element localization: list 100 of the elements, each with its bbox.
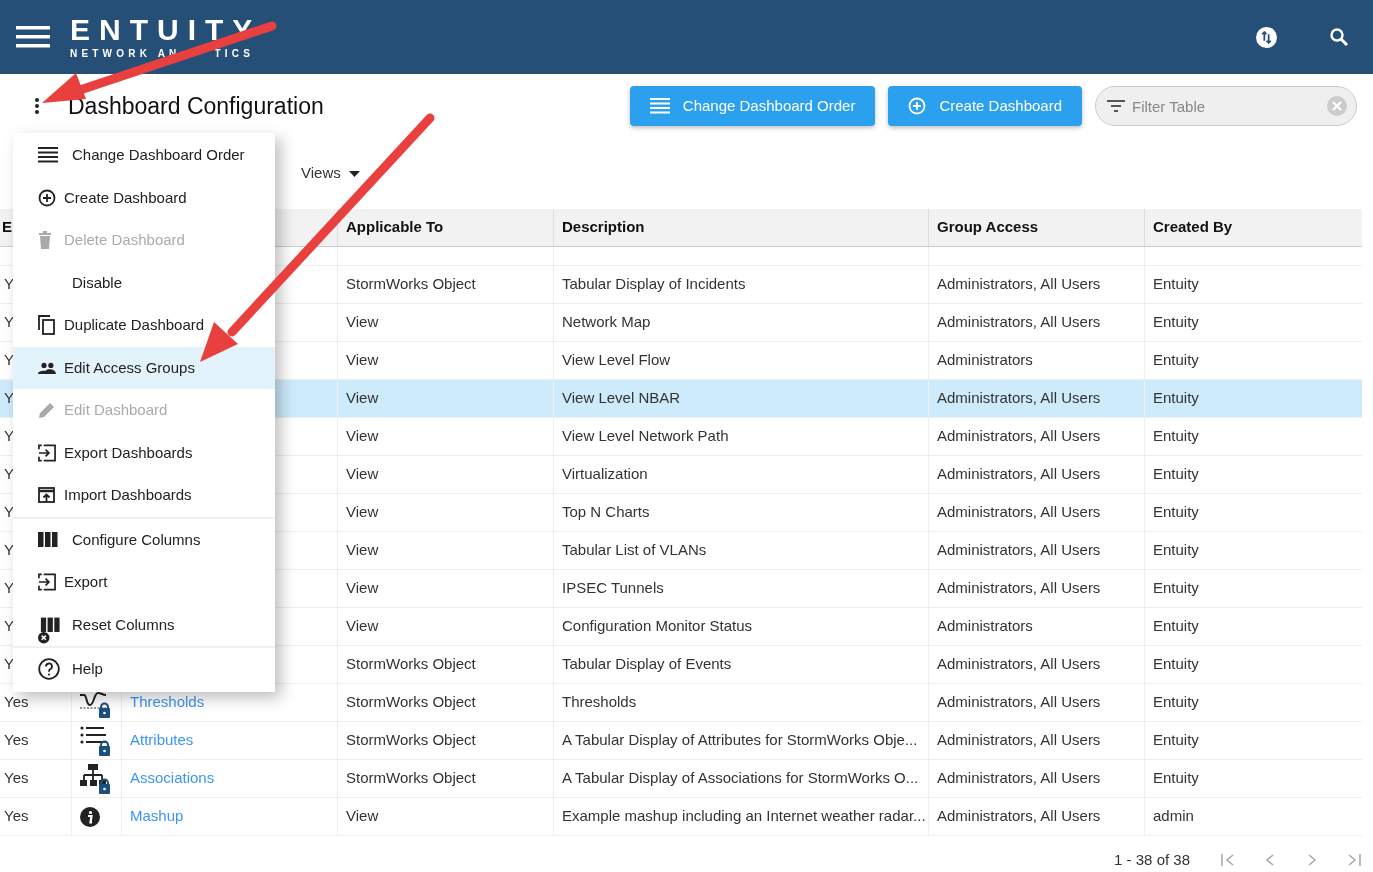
menu-icon[interactable] [16,25,50,49]
table-row[interactable]: Yes Thresholds StormWorks Object Thresholds Administrators, All Users Entuity [0,684,1362,722]
table-cell-text: Y [4,426,14,447]
page-title: Dashboard Configuration [68,91,324,121]
logo-subtitle: TICS [214,49,255,59]
table-cell-text: A Tabular Display of Associations for StormWorks O... [562,768,919,789]
table-cell-text: Administrators, All Users [937,692,1101,713]
table-cell-text: Y [4,312,14,333]
table-cell-text: Y [4,274,14,295]
table-cell-text: Configuration Monitor Status [562,616,753,637]
reset-columns-icon [38,617,61,646]
table-cell-text: Entuity [1153,654,1199,675]
table-cell-text: Virtualization [562,464,648,485]
table-row[interactable]: Yes Associations StormWorks Object A Tabular Display of Associations for StormWorks O... Administrators, All Users Entuity [0,760,1362,798]
table-cell-text: Y [4,616,14,637]
table-cell-text: Y [4,464,14,485]
table-cell-text: Administrators, All Users [937,274,1101,295]
filter-icon [1107,100,1125,112]
table-cell-text: Tabular Display of Events [562,654,732,675]
table-cell-text: Y [4,578,14,599]
table-cell-text: Administrators [937,616,1033,637]
table-cell-text: Yes [4,730,29,751]
logo-title: ENTUITY [70,15,262,45]
views-dropdown[interactable]: Views [301,162,360,185]
table-cell-text: Thresholds [562,692,637,713]
table-cell-text: Administrators, All Users [937,806,1101,827]
import-icon [38,487,55,504]
table-cell-text: View [346,426,379,447]
column-header[interactable]: Description [562,216,645,239]
table-cell-text: View Level NBAR [562,388,681,409]
clear-icon[interactable] [1327,96,1347,116]
table-cell-text: View Level Flow [562,350,671,371]
menu-item[interactable]: Change Dashboard Order [13,134,275,177]
plus-circle-icon [908,97,927,115]
first-page-icon[interactable] [1220,852,1236,868]
table-cell-text: Administrators [937,350,1033,371]
table-cell-text: Entuity [1153,730,1199,751]
sync-icon[interactable] [1256,26,1277,48]
table-cell-text: Administrators, All Users [937,502,1101,523]
plus-circle-icon [38,188,56,207]
table-cell-text: View [346,464,379,485]
table-cell-text: Entuity [1153,388,1199,409]
table-cell-text: Administrators, All Users [937,426,1101,447]
menu-item[interactable]: Help [13,648,275,691]
table-cell-text: View Level Network Path [562,426,729,447]
help-icon [38,658,60,681]
column-header[interactable]: Applicable To [346,216,444,239]
page-range: 1 - 38 of 38 [1114,849,1190,870]
table-cell-text: Administrators, All Users [937,464,1101,485]
table-cell-text: Entuity [1153,578,1199,599]
menu-item[interactable]: Edit Access Groups [13,346,275,389]
menu-item[interactable]: Create Dashboard [13,176,275,219]
info-icon [80,806,100,827]
people-icon [38,360,56,375]
table-cell-text: Y [4,502,14,523]
table-cell-text: View [346,350,379,371]
table-cell-text: Administrators, All Users [937,388,1101,409]
table-cell-text: StormWorks Object [346,654,476,675]
table-cell-text: StormWorks Object [346,692,476,713]
table-cell-text: A Tabular Display of Attributes for StormWorks Obje... [562,730,918,751]
export-icon [38,443,56,462]
table-cell-text: Y [4,350,14,371]
last-page-icon[interactable] [1346,852,1362,868]
table-cell-text: View [346,616,379,637]
table-cell-text: Tabular List of VLANs [562,540,707,561]
table-cell-text: Administrators, All Users [937,312,1101,333]
lines-icon [38,147,58,164]
trash-icon [38,231,52,250]
columns-icon [38,532,58,548]
table-cell-text: IPSEC Tunnels [562,578,664,599]
table-cell-text: Network Map [562,312,651,333]
table-cell-text: admin [1153,806,1194,827]
column-header[interactable]: Created By [1153,216,1233,239]
table-cell-text: Administrators, All Users [937,540,1101,561]
table-cell-text: Entuity [1153,502,1199,523]
table-cell-text: Tabular Display of Incidents [562,274,746,295]
table-cell-text: View [346,502,379,523]
table-cell-text: Entuity [1153,312,1199,333]
table-cell-text: Administrators, All Users [937,768,1101,789]
more-icon[interactable] [34,97,40,115]
table-cell-text: View [346,388,379,409]
column-header[interactable]: E [2,216,12,239]
table-cell-text: Example mashup including an Internet weather radar... [562,806,926,827]
table-cell-text: Administrators, All Users [937,654,1101,675]
filter-field[interactable]: Filter Table [1095,86,1357,126]
table-cell-text: Administrators, All Users [937,578,1101,599]
table-cell-text: Y [4,388,14,409]
table-cell-text: Entuity [1153,768,1199,789]
table-cell-text: View [346,806,379,827]
table-cell-text: Entuity [1153,692,1199,713]
lines-icon [649,98,670,114]
table-cell-text: StormWorks Object [346,768,476,789]
table-row[interactable]: Yes Mashup View Example mashup including an Internet weather radar... Administrators, All Users admin [0,798,1362,836]
caret-icon [348,170,360,177]
table-row[interactable]: Yes Attributes StormWorks Object A Tabular Display of Attributes for StormWorks Obje... Administrators, All Users Entuity [0,722,1362,760]
column-header[interactable]: Group Access [937,216,1039,239]
search-icon[interactable] [1329,27,1349,47]
export-icon [38,573,56,592]
table-cell-text: Yes [4,806,29,827]
table-cell-text: View [346,578,379,599]
